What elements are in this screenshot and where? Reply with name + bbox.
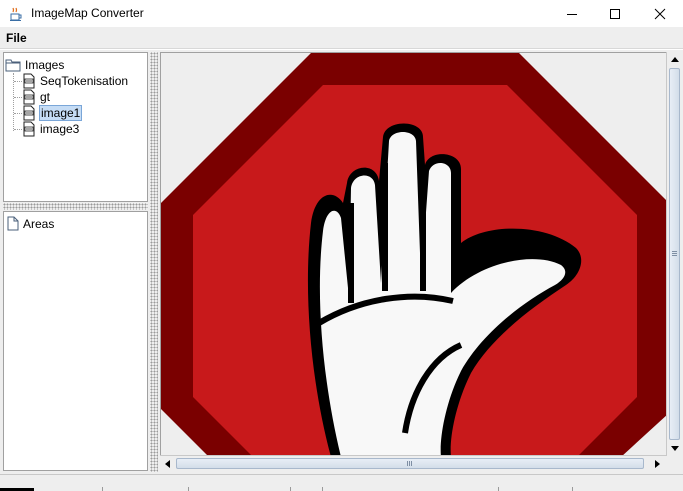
tree-node-image1[interactable]: image1 [22,105,83,121]
image-file-icon [23,73,35,89]
vertical-scroll-thumb[interactable] [669,68,680,440]
images-tree: Images SeqTokenisation gt image1 image3 [3,52,148,202]
file-icon [7,216,19,231]
tree-node-gt[interactable]: gt [22,89,51,105]
scroll-down-button[interactable] [667,441,682,456]
tree-connector [14,81,22,82]
image-file-icon [23,89,35,105]
image-file-icon [23,105,35,121]
tree-node-image3[interactable]: image3 [22,121,80,137]
status-separator [498,487,499,491]
arrow-down-icon [670,446,679,451]
split-pane-divider-vertical[interactable] [150,52,158,472]
main-area: Images SeqTokenisation gt image1 image3 … [0,50,683,474]
minimize-button[interactable] [549,0,595,27]
scroll-left-button[interactable] [160,456,175,471]
menu-file[interactable]: File [6,31,27,45]
status-separator [102,487,103,491]
arrow-up-icon [670,57,679,62]
tree-node-areas[interactable]: Areas [7,216,54,231]
scroll-grip [672,251,677,252]
close-button[interactable] [637,0,683,27]
window-title: ImageMap Converter [31,6,144,20]
tree-node-label: image1 [39,105,83,121]
split-pane-divider-horizontal[interactable] [3,203,148,210]
status-separator [572,487,573,491]
scroll-grip [672,255,677,256]
image-canvas[interactable] [160,52,668,456]
scroll-grip [407,461,408,466]
java-cup-icon [10,7,22,21]
tree-node-seqtokenisation[interactable]: SeqTokenisation [22,73,129,89]
arrow-right-icon [655,459,660,468]
scroll-grip [672,253,677,254]
menu-bar: File [0,27,683,49]
horizontal-scrollbar[interactable] [160,455,666,471]
title-bar: ImageMap Converter [0,0,683,27]
tree-node-label: Areas [23,216,55,231]
tree-node-images[interactable]: Images [5,57,65,73]
folder-open-icon [5,59,21,72]
tree-node-label: image3 [40,122,80,136]
tree-node-label: gt [40,90,51,104]
status-separator [188,487,189,491]
image-file-icon [23,121,35,137]
areas-tree: Areas [3,211,148,471]
tree-connector [14,129,22,130]
scroll-up-button[interactable] [667,52,682,67]
maximize-icon [610,8,620,19]
status-separator [290,487,291,491]
scroll-grip [411,461,412,466]
horizontal-scroll-thumb[interactable] [176,458,644,469]
tree-connector [14,97,22,98]
arrow-left-icon [165,459,170,468]
scroll-grip [409,461,410,466]
status-separator [322,487,323,491]
scroll-right-button[interactable] [650,456,665,471]
minimize-icon [567,13,577,15]
close-icon [654,8,666,19]
tree-node-label: SeqTokenisation [40,74,129,88]
tree-connector [14,113,22,114]
stop-hand-sign-image [161,53,667,455]
tree-node-label: Images [25,58,65,72]
status-bar [0,474,683,491]
maximize-button[interactable] [592,0,638,27]
vertical-scrollbar[interactable] [666,52,681,456]
